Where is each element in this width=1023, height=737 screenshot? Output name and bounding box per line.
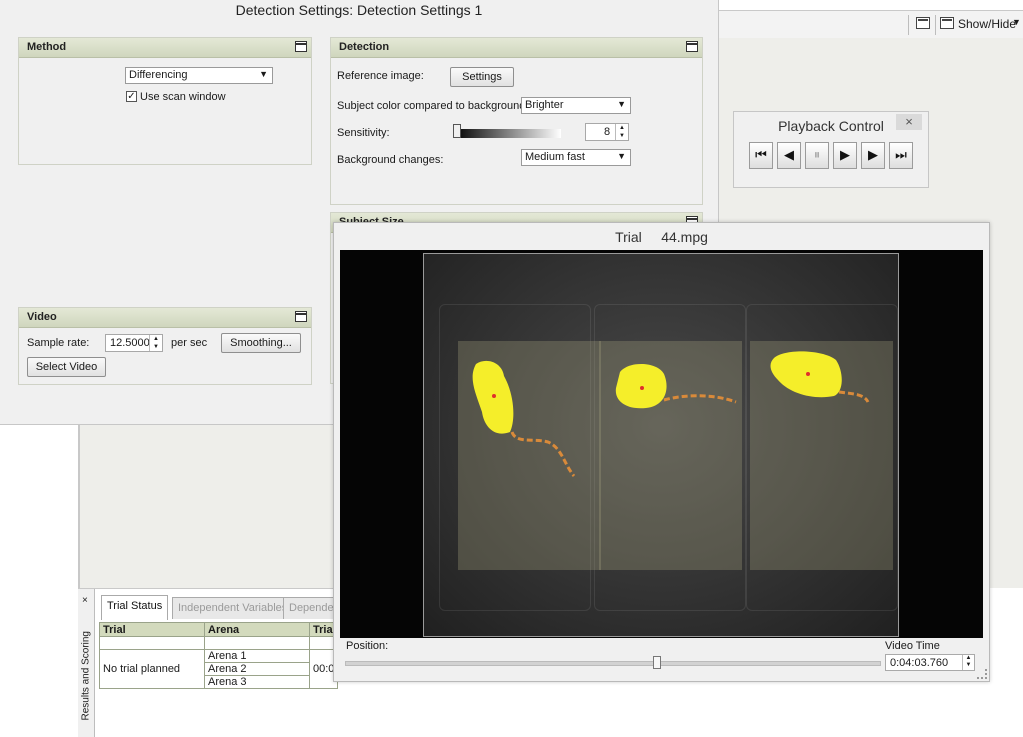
arena-cell: Arena 1 xyxy=(204,649,310,663)
tab-trial-status[interactable]: Trial Status xyxy=(101,595,169,620)
video-window: Trial 44.mpg Position: Video Time 0:04:0… xyxy=(333,222,990,682)
chevron-down-icon: ▼ xyxy=(617,99,626,109)
background-changes-select[interactable]: Medium fast ▼ xyxy=(521,149,631,166)
skip-to-start-button[interactable]: ⏮ xyxy=(749,142,773,169)
sample-rate-label: Sample rate: xyxy=(27,337,90,349)
sensitivity-slider-thumb[interactable] xyxy=(453,124,461,138)
results-side-label: Results and Scoring xyxy=(80,631,92,721)
scan-window-checkbox[interactable]: ✓ xyxy=(126,91,137,102)
panel-title: Detection xyxy=(339,41,390,53)
window-title: Detection Settings: Detection Settings 1 xyxy=(235,2,483,18)
window-title: Trial 44.mpg xyxy=(615,229,708,245)
video-viewport[interactable] xyxy=(340,250,983,638)
step-forward-button[interactable]: ▶ xyxy=(861,142,885,169)
subject-tail-2 xyxy=(663,394,737,404)
column-header: Arena xyxy=(204,622,310,637)
results-side-bar: × Results and Scoring xyxy=(78,589,95,737)
reference-settings-button[interactable]: Settings xyxy=(450,67,514,87)
spin-arrows-icon[interactable]: ▲ ▼ xyxy=(149,335,162,351)
subject-color-label: Subject color compared to background: xyxy=(337,100,529,112)
detection-panel: Detection Reference image: Settings Subj… xyxy=(330,37,703,205)
subject-color-select[interactable]: Brighter ▼ xyxy=(521,97,631,114)
trial-status-table: Trial Arena Tria No trial planned Arena … xyxy=(99,622,339,689)
video-time-label: Video Time xyxy=(885,640,940,652)
step-back-button[interactable]: ◀ xyxy=(777,142,801,169)
pause-button[interactable]: ⏸ xyxy=(805,142,829,169)
position-slider-thumb[interactable] xyxy=(652,656,661,669)
close-icon[interactable]: × xyxy=(896,114,922,130)
method-panel: Method Differencing ▼ ✓ Use scan window xyxy=(18,37,312,165)
table-header-row: Trial Arena Tria xyxy=(99,622,339,637)
sensitivity-label: Sensitivity: xyxy=(337,127,390,139)
method-select[interactable]: Differencing ▼ xyxy=(125,67,273,84)
panel-header: Method xyxy=(19,38,311,58)
toolbar-separator xyxy=(908,15,909,35)
tab-independent-variables[interactable]: Independent Variables xyxy=(172,597,294,619)
maximize-icon[interactable] xyxy=(295,41,307,52)
panel-header: Video xyxy=(19,308,311,328)
sensitivity-spinner[interactable]: 8 ▲ ▼ xyxy=(585,123,629,141)
scan-window-label: Use scan window xyxy=(140,91,226,103)
panel-header: Detection xyxy=(331,38,702,58)
tracking-overlay xyxy=(472,351,870,477)
subject-center-3 xyxy=(806,372,810,376)
window-icon[interactable] xyxy=(916,17,930,29)
smoothing-button[interactable]: Smoothing... xyxy=(221,333,301,353)
arena-cell: Arena 3 xyxy=(204,675,310,689)
subject-tail-1 xyxy=(510,431,576,477)
subject-body-2 xyxy=(615,363,667,409)
panel-title: Method xyxy=(27,41,67,53)
spin-arrows-icon[interactable]: ▲ ▼ xyxy=(615,124,628,140)
maximize-icon[interactable] xyxy=(295,311,307,322)
skip-to-end-button[interactable]: ⏭ xyxy=(889,142,913,169)
spin-arrows-icon[interactable]: ▲ ▼ xyxy=(962,655,974,670)
chevron-down-icon[interactable]: ▼ xyxy=(1012,17,1021,27)
maximize-icon[interactable] xyxy=(686,41,698,52)
sensitivity-slider-track[interactable] xyxy=(453,129,561,138)
trial-cell: No trial planned xyxy=(99,649,205,689)
chevron-down-icon: ▼ xyxy=(617,151,626,161)
position-slider-track[interactable] xyxy=(345,661,881,666)
playback-control-window: Playback Control × ⏮ ◀ ⏸ ▶ ▶ ⏭ xyxy=(733,111,929,188)
show-hide-button[interactable]: Show/Hide xyxy=(958,17,1016,31)
pane-divider xyxy=(78,420,80,590)
column-header: Trial xyxy=(99,622,205,637)
subject-tail-3 xyxy=(838,390,870,403)
table-row[interactable]: No trial planned Arena 1 00:0 xyxy=(99,649,339,689)
chevron-down-icon: ▼ xyxy=(259,69,268,79)
panel-title: Video xyxy=(27,311,57,323)
select-video-button[interactable]: Select Video xyxy=(27,357,106,377)
arena-cell: Arena 2 xyxy=(204,662,310,676)
play-button[interactable]: ▶ xyxy=(833,142,857,169)
show-hide-icon[interactable] xyxy=(940,17,954,29)
subject-center-2 xyxy=(640,386,644,390)
table-spacer-row xyxy=(99,636,339,650)
sample-rate-spinner[interactable]: 12.5000 ▲ ▼ xyxy=(105,334,163,352)
toolbar-separator xyxy=(935,15,936,35)
video-panel: Video Sample rate: 12.5000 ▲ ▼ per sec Sm… xyxy=(18,307,312,385)
video-time-spinner[interactable]: 0:04:03.760 ▲ ▼ xyxy=(885,654,975,671)
resize-grip-icon[interactable] xyxy=(977,669,987,679)
video-frame xyxy=(423,253,899,637)
subject-center-1 xyxy=(492,394,496,398)
position-label: Position: xyxy=(346,640,389,652)
background-changes-label: Background changes: xyxy=(337,154,444,166)
reference-image-label: Reference image: xyxy=(337,70,424,82)
per-sec-label: per sec xyxy=(171,337,208,349)
